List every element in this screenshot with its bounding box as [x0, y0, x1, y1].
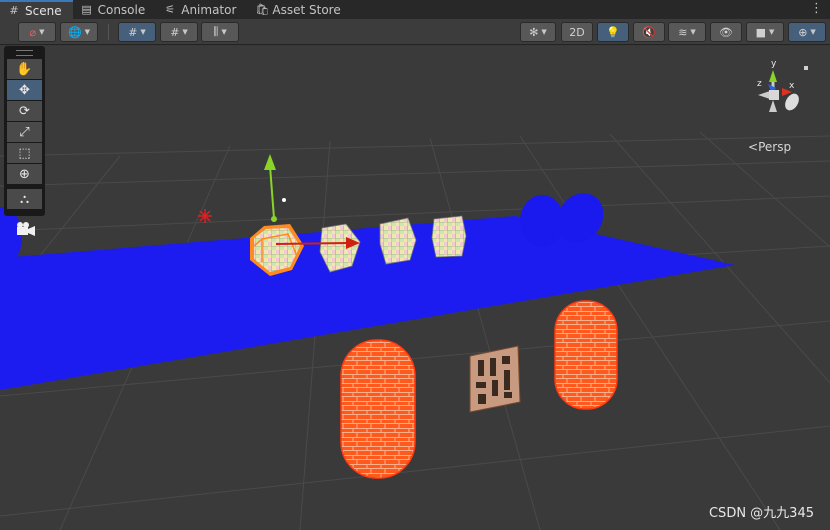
orientation-gizmo[interactable]: y z x — [740, 54, 820, 134]
pivot-marker — [282, 198, 286, 202]
mode-2d-label: 2D — [569, 25, 585, 39]
chevron-down-icon: ▼ — [541, 28, 547, 36]
gizmo-lock-icon — [804, 66, 808, 70]
chevron-down-icon: ▼ — [140, 28, 146, 36]
chevron-down-icon: ▼ — [690, 28, 696, 36]
tab-scene-label: Scene — [25, 3, 62, 18]
gizmo-globe-icon: ⊕ — [798, 25, 808, 39]
tab-console-label: Console — [97, 2, 146, 17]
draw-mode-icon: ⌀ — [29, 25, 37, 39]
gizmo-negy-cone[interactable] — [769, 100, 777, 112]
capsule-object[interactable] — [554, 300, 618, 410]
chevron-down-icon: ▼ — [769, 28, 775, 36]
ruler-icon: ⫼ — [213, 25, 219, 38]
tab-console[interactable]: ▤ Console — [73, 0, 157, 19]
scene-visibility-toggle[interactable]: 👁 — [710, 22, 742, 42]
gizmos-dropdown[interactable]: ⊕ ▼ — [788, 22, 826, 42]
mode-2d-toggle[interactable]: 2D — [561, 22, 593, 42]
tab-asset-store[interactable]: 🛍 Asset Store — [247, 0, 351, 19]
chevron-down-icon: ▼ — [810, 28, 816, 36]
hand-tool-icon: ✋ — [16, 61, 33, 77]
gizmo-negx-cone[interactable] — [758, 91, 770, 99]
gizmo-z-label: z — [757, 79, 762, 89]
cube-object[interactable] — [379, 217, 417, 265]
rect-tool-button[interactable]: ⬚ — [7, 143, 42, 163]
scale-tool-icon: ⤢ — [19, 124, 30, 140]
tab-animator-label: Animator — [181, 2, 237, 17]
gizmo-y-axis-cone[interactable] — [769, 70, 777, 82]
watermark-text: CSDN @九九345 — [708, 506, 814, 521]
light-bulb-icon: 💡 — [606, 25, 620, 39]
magnet-grid-icon: # — [170, 25, 180, 39]
animator-icon: ⚟ — [165, 2, 176, 16]
globe-icon: 🌐 — [67, 25, 82, 39]
draw-mode-dropdown[interactable]: ⌀ ▼ — [18, 22, 56, 42]
grid-snap-toggle[interactable]: # ▼ — [118, 22, 156, 42]
light-gizmo-icon — [198, 209, 212, 223]
global-local-dropdown[interactable]: 🌐 ▼ — [60, 22, 98, 42]
cube-object[interactable] — [431, 215, 467, 258]
move-tool-button[interactable]: ✥ — [7, 80, 42, 100]
toolbar-divider — [108, 24, 109, 40]
chevron-down-icon: ▼ — [39, 28, 45, 36]
audio-mute-icon: 🔇 — [642, 25, 656, 39]
custom-tool-button[interactable]: ⛬ — [7, 189, 42, 209]
effects-dropdown[interactable]: ≋ ▼ — [668, 22, 706, 42]
increment-snap-dropdown[interactable]: # ▼ — [160, 22, 198, 42]
layers-icon: ≋ — [678, 25, 688, 39]
more-options-icon[interactable]: ⋮ — [810, 1, 823, 16]
chevron-down-icon: ▼ — [182, 28, 188, 36]
grate-quad-object[interactable] — [469, 345, 521, 413]
audio-toggle[interactable]: 🔇 — [633, 22, 665, 42]
chevron-down-icon: ▼ — [221, 28, 227, 36]
hand-tool-button[interactable]: ✋ — [7, 59, 42, 79]
projection-toggle[interactable]: <Persp — [748, 140, 791, 154]
tab-scene[interactable]: # Scene — [0, 0, 73, 19]
transform-tool-button[interactable]: ⊕ — [7, 164, 42, 184]
rotate-tool-icon: ⟳ — [19, 103, 30, 119]
scale-tool-button[interactable]: ⤢ — [7, 122, 42, 142]
scene-toolbar: ⌀ ▼ 🌐 ▼ # ▼ # ▼ ⫼ ▼ ✻ ▼ 2D 💡 🔇 ≋ ▼ 👁 ■ ▼ ⊕ ▼ — [0, 19, 830, 45]
move-tool-icon: ✥ — [19, 82, 30, 98]
render-debug-dropdown[interactable]: ✻ ▼ — [520, 22, 556, 42]
console-icon: ▤ — [81, 2, 92, 16]
chevron-left-icon: < — [748, 140, 759, 154]
scene-render — [0, 46, 830, 530]
grid-icon: # — [9, 3, 19, 17]
capsule-object[interactable] — [340, 339, 416, 479]
ruler-dropdown[interactable]: ⫼ ▼ — [201, 22, 239, 42]
rotate-tool-button[interactable]: ⟳ — [7, 101, 42, 121]
tab-asset-store-label: Asset Store — [272, 2, 341, 17]
gizmo-x-label: x — [789, 81, 795, 91]
gizmo-center-cube[interactable] — [769, 90, 779, 100]
custom-tool-icon: ⛬ — [19, 191, 30, 207]
lighting-toggle[interactable]: 💡 — [597, 22, 629, 42]
tab-animator[interactable]: ⚟ Animator — [156, 0, 247, 19]
camera-icon: ■ — [755, 25, 766, 39]
eye-slash-icon: 👁 — [719, 25, 733, 39]
bug-icon: ✻ — [529, 25, 539, 39]
scene-viewport[interactable]: y z x <Persp CSDN @九九345 — [0, 46, 830, 530]
store-bag-icon: 🛍 — [255, 2, 270, 16]
camera-settings-dropdown[interactable]: ■ ▼ — [746, 22, 784, 42]
grid-snap-icon: # — [128, 25, 138, 39]
gizmo-y-label: y — [771, 59, 777, 69]
window-tab-bar: # Scene ▤ Console ⚟ Animator 🛍 Asset Sto… — [0, 0, 830, 19]
rect-tool-icon: ⬚ — [18, 145, 31, 161]
transform-tool-icon: ⊕ — [19, 166, 30, 182]
chevron-down-icon: ▼ — [84, 28, 91, 36]
overlay-grip-handle[interactable] — [16, 50, 33, 56]
projection-label: Persp — [758, 140, 792, 154]
tools-overlay: ✋ ✥ ⟳ ⤢ ⬚ ⊕ ⛬ — [4, 46, 45, 216]
